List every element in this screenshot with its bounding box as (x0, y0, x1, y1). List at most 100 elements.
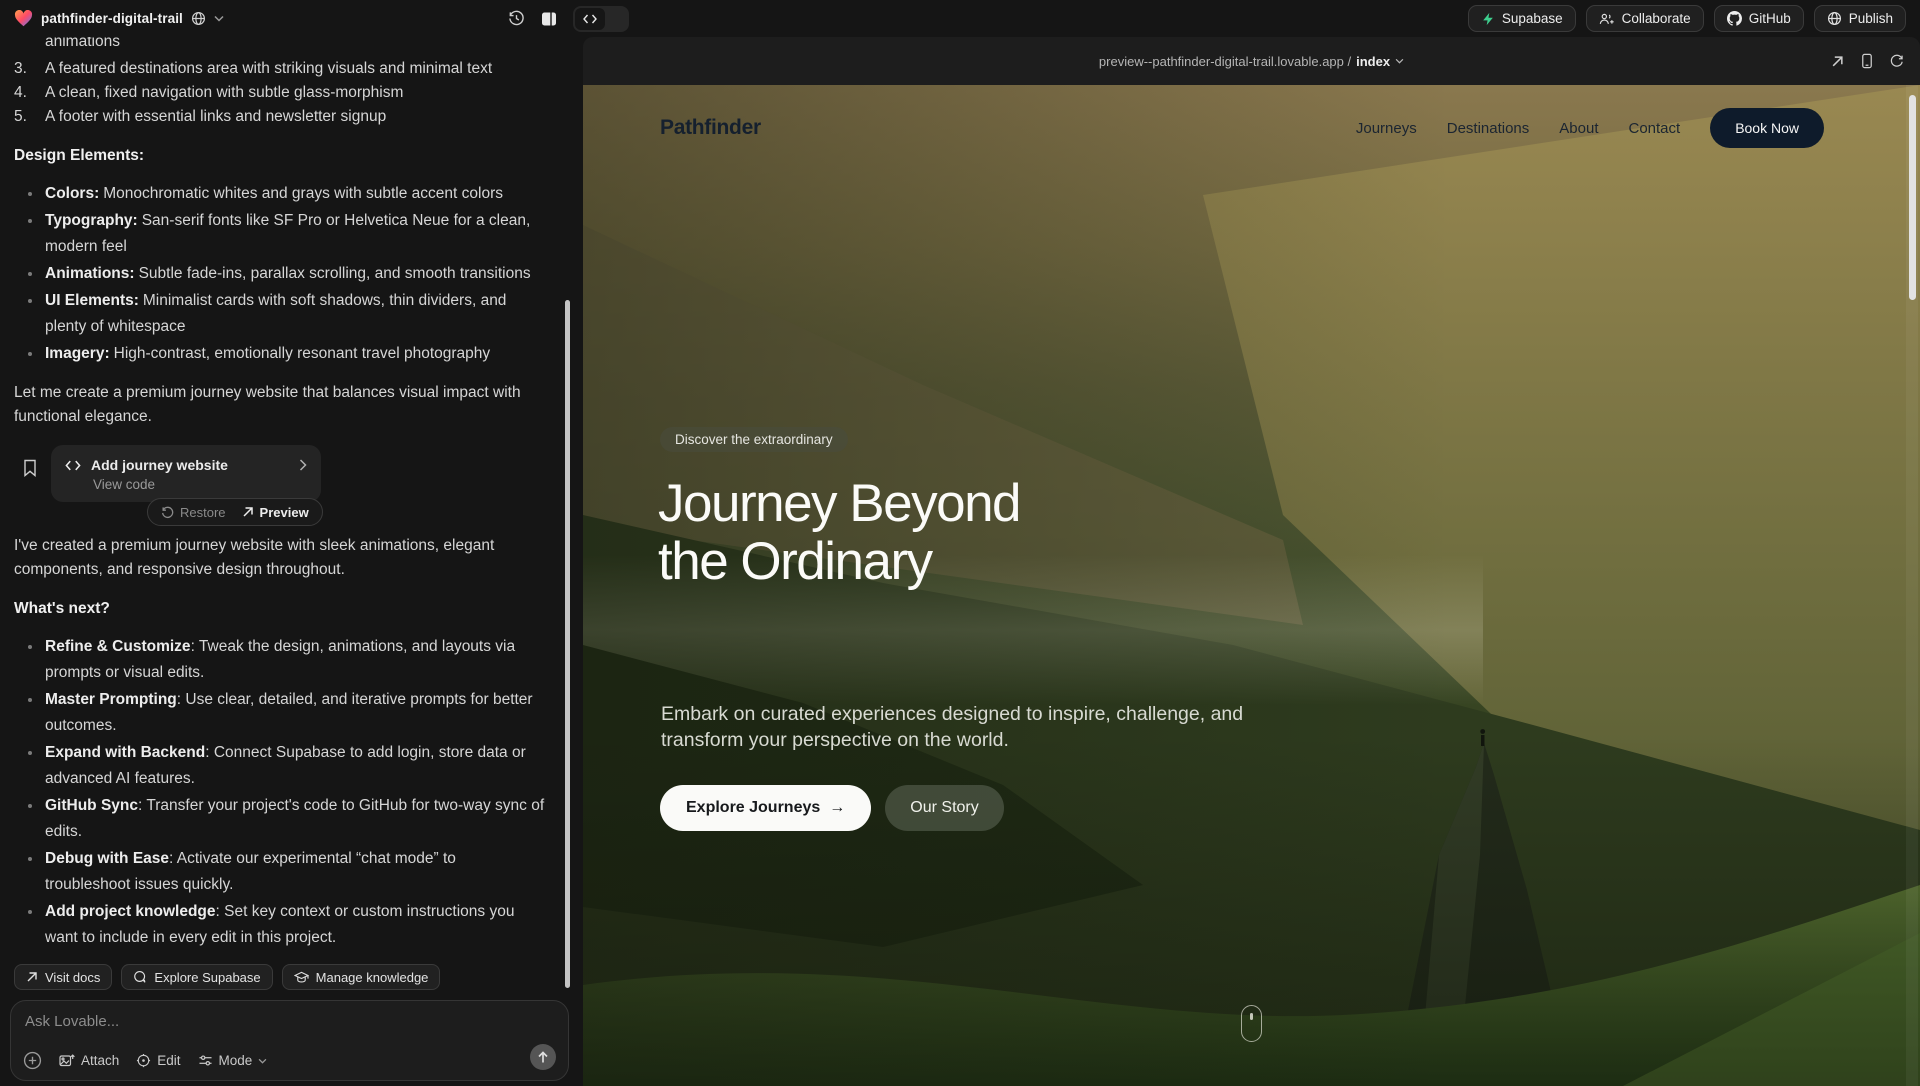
arrow-right-icon: → (829, 799, 845, 817)
next-item: Master Prompting: Use clear, detailed, a… (14, 687, 545, 739)
next-item: Add project knowledge: Set key context o… (14, 899, 545, 951)
graduation-cap-icon (294, 971, 309, 984)
next-item: Debug with Ease: Activate our experiment… (14, 846, 545, 898)
smartphone-icon (1861, 53, 1873, 69)
scroll-indicator-icon (1241, 1005, 1262, 1042)
bookmark-icon[interactable] (22, 459, 38, 477)
composer-toolbar: Attach Edit Mode (23, 1051, 267, 1070)
manage-knowledge-button[interactable]: Manage knowledge (282, 964, 441, 990)
supabase-button[interactable]: Supabase (1468, 5, 1576, 32)
arrow-up-icon (537, 1051, 549, 1064)
preview-scrollbar-thumb[interactable] (1909, 95, 1916, 300)
hero-heading-line2: the Ordinary (658, 533, 1020, 591)
whats-next-heading: What's next? (14, 600, 545, 618)
hero-badge: Discover the extraordinary (660, 427, 848, 452)
nav-link[interactable]: Journeys (1356, 120, 1417, 137)
chevron-down-icon (258, 1058, 267, 1064)
add-button[interactable] (23, 1051, 42, 1070)
code-preview-toggle[interactable] (573, 6, 629, 32)
preview-button[interactable]: Preview (242, 505, 309, 520)
design-item: UI Elements:Minimalist cards with soft s… (14, 288, 545, 340)
github-button[interactable]: GitHub (1714, 5, 1804, 32)
arrow-up-right-icon (1831, 55, 1844, 68)
lovable-heart-logo (14, 10, 33, 27)
sliders-icon (198, 1054, 213, 1067)
chat-input[interactable] (25, 1013, 395, 1030)
numbered-item: 5. A footer with essential links and new… (14, 105, 545, 129)
nav-link[interactable]: About (1559, 120, 1598, 137)
numbered-item: 4. A clean, fixed navigation with subtle… (14, 81, 545, 105)
design-item: Imagery:High-contrast, emotionally reson… (14, 341, 545, 367)
nav-link[interactable]: Destinations (1447, 120, 1530, 137)
suggestion-chips: Visit docs Explore Supabase Manage knowl… (0, 956, 573, 1000)
whats-next-list: Refine & Customize: Tweak the design, an… (14, 634, 545, 951)
code-icon (583, 14, 597, 24)
our-story-button[interactable]: Our Story (885, 785, 1003, 831)
history-clock-icon (508, 10, 525, 27)
urlbar-actions (1831, 37, 1904, 85)
explore-journeys-button[interactable]: Explore Journeys → (660, 785, 871, 831)
explore-supabase-button[interactable]: Explore Supabase (121, 964, 272, 990)
project-name: pathfinder-digital-trail (41, 11, 183, 26)
nav-link[interactable]: Contact (1628, 120, 1680, 137)
site-nav-links: Journeys Destinations About Contact (1356, 120, 1680, 137)
open-external-button[interactable] (1831, 55, 1844, 68)
publish-button[interactable]: Publish (1814, 5, 1906, 32)
preview-panel: preview--pathfinder-digital-trail.lovabl… (583, 37, 1920, 1086)
project-switcher[interactable]: pathfinder-digital-trail (14, 10, 224, 27)
result-paragraph: I've created a premium journey website w… (14, 534, 545, 582)
visit-docs-button[interactable]: Visit docs (14, 964, 112, 990)
next-item: Expand with Backend: Connect Supabase to… (14, 740, 545, 792)
chevron-down-icon (1395, 58, 1404, 64)
send-button[interactable] (530, 1044, 556, 1070)
refresh-button[interactable] (1890, 54, 1904, 68)
next-item: Refine & Customize: Tweak the design, an… (14, 634, 545, 686)
restore-button[interactable]: Restore (161, 505, 226, 520)
chat-scrollbar-thumb[interactable] (565, 300, 570, 988)
code-view-segment[interactable] (575, 8, 605, 30)
chat-composer[interactable]: Attach Edit Mode (10, 1000, 569, 1081)
plus-circle-icon (23, 1051, 42, 1070)
site-logo[interactable]: Pathfinder (660, 116, 761, 140)
restore-icon (161, 506, 174, 519)
globe-icon (191, 11, 206, 26)
github-icon (1727, 11, 1742, 26)
design-item: Typography:San-serif fonts like SF Pro o… (14, 208, 545, 260)
mode-button[interactable]: Mode (198, 1053, 268, 1068)
design-item: Animations:Subtle fade-ins, parallax scr… (14, 261, 545, 287)
book-now-button[interactable]: Book Now (1710, 108, 1824, 148)
preview-view-segment[interactable] (605, 8, 627, 30)
collaborate-button[interactable]: Collaborate (1586, 5, 1704, 32)
code-artifact: Add journey website View code Restore (22, 445, 545, 502)
mobile-view-button[interactable] (1861, 53, 1873, 69)
arrow-up-right-icon (242, 506, 254, 518)
artifact-hover-actions: Restore Preview (147, 498, 323, 526)
target-edit-icon (136, 1053, 151, 1068)
site-navbar: Pathfinder Journeys Destinations About C… (583, 85, 1920, 171)
website-preview: Pathfinder Journeys Destinations About C… (583, 85, 1920, 1086)
edit-button[interactable]: Edit (136, 1053, 180, 1068)
numbered-item: 3. A featured destinations area with str… (14, 57, 545, 81)
preview-urlbar: preview--pathfinder-digital-trail.lovabl… (583, 37, 1920, 85)
image-attach-icon (59, 1053, 75, 1068)
design-elements-list: Colors:Monochromatic whites and grays wi… (14, 181, 545, 367)
sidebar-toggle-button[interactable] (541, 11, 557, 27)
design-elements-heading: Design Elements: (14, 147, 545, 165)
app-topbar: pathfinder-digital-trail (0, 0, 1920, 37)
chat-bubble-icon (133, 970, 147, 984)
history-button[interactable] (508, 10, 525, 27)
artifact-card[interactable]: Add journey website View code (51, 445, 321, 502)
supabase-bolt-icon (1481, 12, 1495, 26)
topbar-actions: Supabase Collaborate GitHub Publ (1468, 5, 1906, 32)
arrow-up-right-icon (26, 971, 38, 983)
clipped-line: animations (45, 37, 545, 54)
attach-button[interactable]: Attach (59, 1053, 119, 1068)
hero-heading-line1: Journey Beyond (658, 475, 1020, 533)
chevron-down-icon (214, 15, 224, 22)
topbar-tools (508, 0, 629, 37)
view-code-link[interactable]: View code (93, 477, 307, 492)
publish-globe-icon (1827, 11, 1842, 26)
hero-heading: Journey Beyond the Ordinary (658, 475, 1020, 591)
numbered-list: 3. A featured destinations area with str… (14, 57, 545, 129)
preview-url[interactable]: preview--pathfinder-digital-trail.lovabl… (1099, 54, 1404, 69)
